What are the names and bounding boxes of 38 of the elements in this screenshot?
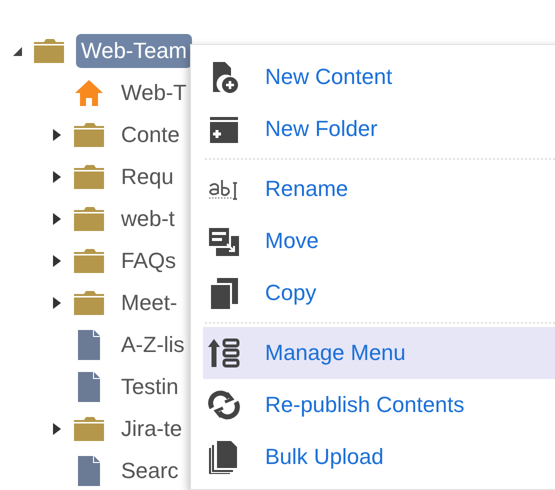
menu-item[interactable]: New Folder [203,103,555,155]
tree-item[interactable]: Testin [116,370,184,404]
tree-item[interactable]: Conte [116,118,185,152]
tree-item[interactable]: Meet- [116,286,182,320]
folder-icon [73,122,105,148]
menu-item[interactable]: Move [203,215,555,267]
home-icon [74,79,104,107]
menu-item[interactable]: Re-publish Contents [203,379,555,431]
tree-item[interactable]: Web-T [116,76,192,110]
folder-icon [33,38,65,64]
expand-arrow-icon[interactable] [51,212,63,226]
refresh-icon [207,388,241,422]
tree-item[interactable]: web-t [116,202,180,236]
document-icon [77,329,101,361]
folder-icon [73,206,105,232]
tree-item[interactable]: FAQs [116,244,182,278]
menu-item[interactable]: New Content [203,51,555,103]
reorder-icon [207,336,241,370]
menu-item[interactable]: Manage Menu [203,327,555,379]
tree-item[interactable]: Web-Team [76,34,192,68]
expand-arrow-icon[interactable] [51,296,63,310]
expand-arrow-icon[interactable] [51,422,63,436]
folder-icon [73,164,105,190]
folder-icon [73,290,105,316]
document-icon [77,371,101,403]
menu-item[interactable]: Copy [203,267,555,319]
expand-arrow-icon[interactable] [51,128,63,142]
tree-item[interactable]: Requ [116,160,179,194]
expand-arrow-icon[interactable] [51,254,63,268]
folder-icon [73,248,105,274]
tree-item[interactable]: Searc [116,454,184,488]
folder-icon [73,416,105,442]
menu-item[interactable]: Rename [203,163,555,215]
tree-item[interactable]: A-Z-lis [116,328,190,362]
document-icon [77,455,101,487]
tree-item[interactable]: Jira-te [116,412,188,446]
expand-arrow-icon[interactable] [51,170,63,184]
menu-item[interactable]: Bulk Upload [203,431,555,483]
